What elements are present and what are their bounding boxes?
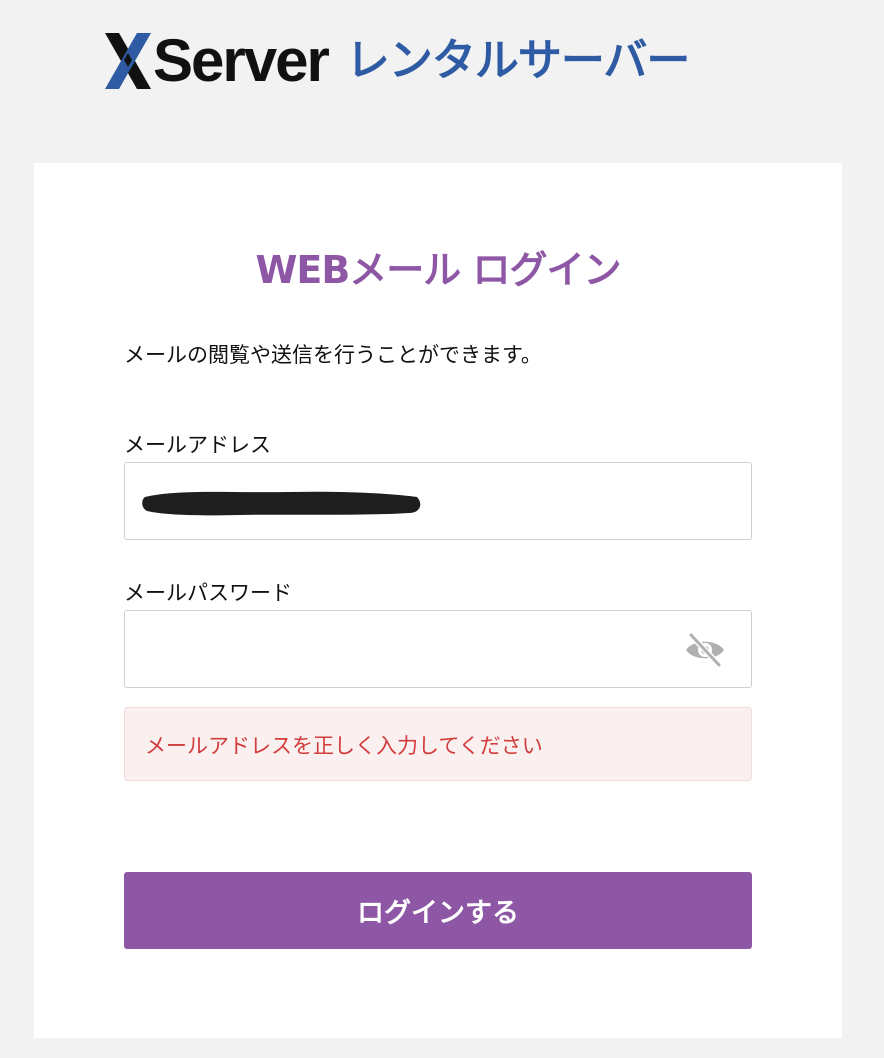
logo-subtitle: レンタルサーバー [345, 35, 691, 86]
header: Server レンタルサーバー [0, 0, 884, 163]
password-field[interactable] [124, 610, 752, 688]
email-label: メールアドレス [124, 433, 271, 457]
page-title: WEBメール ログイン [255, 248, 621, 292]
eye-slash-icon[interactable] [683, 631, 727, 669]
description-text: メールの閲覧や送信を行うことができます。 [124, 343, 542, 367]
error-alert: メールアドレスを正しく入力してください [124, 707, 752, 781]
login-button[interactable]: ログインする [124, 872, 752, 949]
login-card: WEBメール ログイン メールの閲覧や送信を行うことができます。 メールアドレス… [34, 163, 842, 1038]
xserver-logo: Server レンタルサーバー [105, 26, 691, 96]
email-field[interactable] [124, 462, 752, 540]
xserver-x-icon [105, 33, 151, 89]
redaction-mark [142, 491, 421, 516]
logo-wordmark: Server [153, 27, 330, 94]
password-label: メールパスワード [124, 581, 292, 605]
error-message: メールアドレスを正しく入力してください [145, 734, 543, 758]
